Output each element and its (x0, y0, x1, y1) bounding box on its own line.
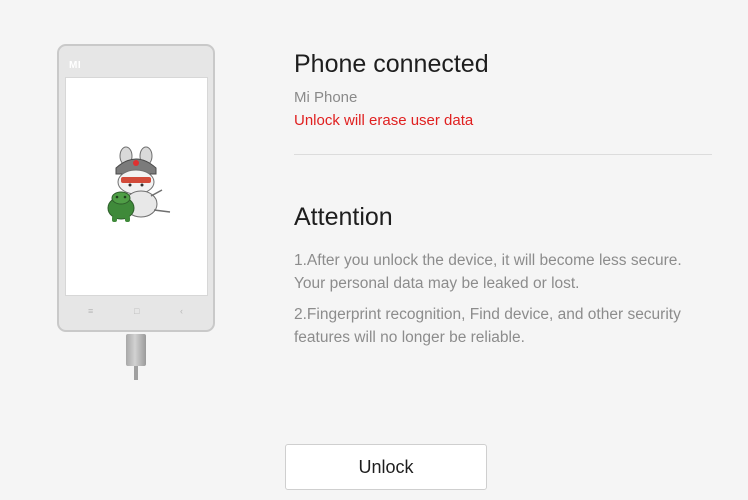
erase-warning: Unlock will erase user data (294, 112, 474, 129)
phone-illustration: MI ≡ □ ‹ (57, 44, 215, 332)
usb-plug-icon (126, 334, 146, 366)
attention-heading: Attention (294, 203, 393, 231)
unlock-button[interactable]: Unlock (285, 444, 487, 490)
back-icon: ‹ (180, 306, 183, 316)
mi-bunny-mascot-icon (107, 146, 171, 222)
menu-icon: ≡ (88, 306, 94, 316)
home-icon: □ (134, 306, 140, 316)
mi-logo: MI (69, 60, 82, 71)
usb-cable-icon (134, 366, 138, 380)
attention-note: 1.After you unlock the device, it will b… (294, 252, 682, 292)
page-title: Phone connected (294, 50, 489, 78)
attention-note: 2.Fingerprint recognition, Find device, … (294, 306, 681, 346)
phone-screen (65, 77, 208, 296)
device-name: Mi Phone (294, 89, 358, 106)
divider (294, 154, 712, 155)
